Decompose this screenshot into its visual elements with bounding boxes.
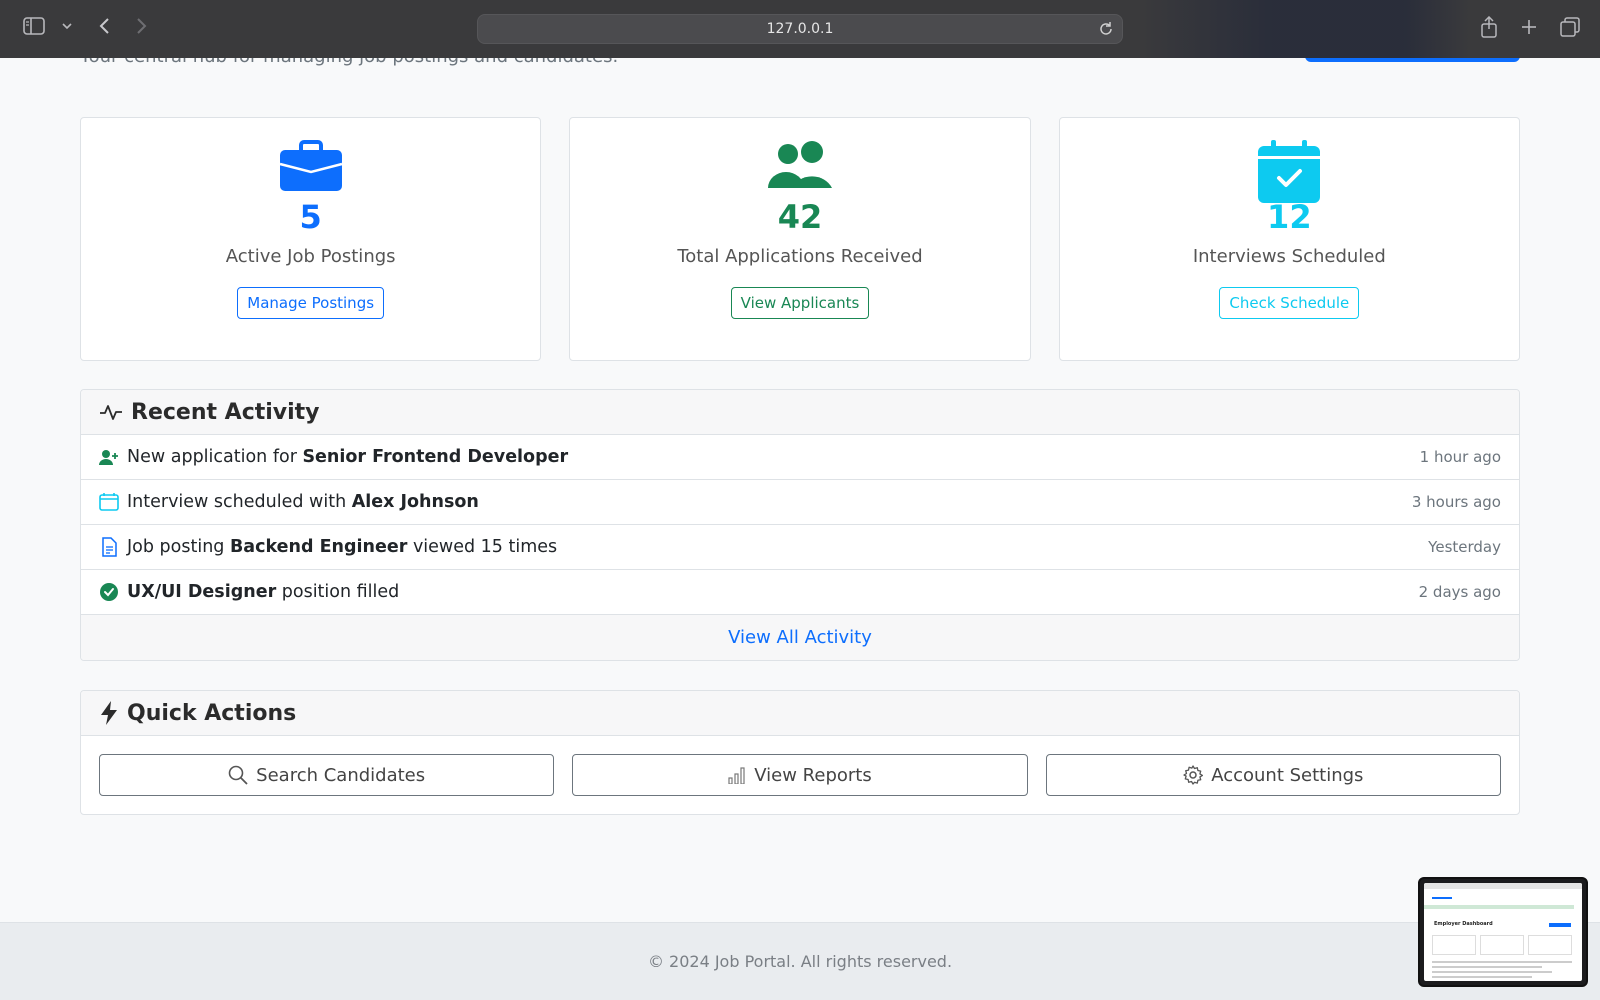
chevron-down-icon[interactable] <box>62 22 72 30</box>
activity-item[interactable]: UX/UI Designer position filled 2 days ag… <box>81 570 1519 615</box>
recent-activity-card: Recent Activity New application for Seni… <box>80 389 1520 661</box>
thumbnail-card <box>1480 935 1524 955</box>
thumbnail-line <box>1432 961 1572 963</box>
view-applicants-button[interactable]: View Applicants <box>730 287 870 319</box>
activity-icon <box>100 405 122 420</box>
view-all-activity-link[interactable]: View All Activity <box>81 615 1519 660</box>
url-text: 127.0.0.1 <box>766 21 834 37</box>
sidebar-toggle-icon[interactable] <box>22 17 46 35</box>
footer: © 2024 Job Portal. All rights reserved. <box>0 922 1600 1000</box>
bar-chart-icon <box>728 767 745 784</box>
account-settings-button[interactable]: Account Settings <box>1045 754 1501 796</box>
thumbnail-banner <box>1424 905 1574 909</box>
window-preview-thumbnail[interactable]: Employer Dashboard <box>1418 877 1588 987</box>
thumbnail-content: Employer Dashboard <box>1424 883 1582 981</box>
stat-value: 12 <box>1267 198 1312 236</box>
document-icon <box>102 537 117 557</box>
share-icon[interactable] <box>1480 16 1498 38</box>
activity-text: Interview scheduled with <box>127 492 352 512</box>
activity-time: Yesterday <box>1428 538 1501 556</box>
gear-icon <box>1183 765 1204 785</box>
activity-text-suffix: position filled <box>276 582 400 602</box>
recent-activity-header: Recent Activity <box>81 390 1519 435</box>
thumbnail-card <box>1528 935 1572 955</box>
search-icon <box>228 765 248 785</box>
activity-item[interactable]: Job posting Backend Engineer viewed 15 t… <box>81 525 1519 570</box>
activity-time: 3 hours ago <box>1411 493 1501 511</box>
view-reports-label: View Reports <box>754 764 872 786</box>
stat-card-applications: 42 Total Applications Received View Appl… <box>569 117 1031 361</box>
quick-actions-title: Quick Actions <box>127 700 297 726</box>
thumbnail-title: Employer Dashboard <box>1434 921 1493 927</box>
calendar-check-icon <box>1258 140 1321 203</box>
calendar-icon <box>99 493 119 511</box>
activity-text: Job posting <box>127 537 230 557</box>
footer-copyright: © 2024 Job Portal. All rights reserved. <box>647 952 953 971</box>
post-job-button[interactable] <box>1305 58 1520 62</box>
thumbnail-line <box>1432 976 1532 978</box>
quick-actions-card: Quick Actions Search Candidates View Rep… <box>80 690 1520 815</box>
people-icon <box>767 141 832 188</box>
account-settings-label: Account Settings <box>1211 764 1364 786</box>
address-bar[interactable]: 127.0.0.1 <box>477 14 1123 44</box>
back-icon[interactable] <box>98 17 110 35</box>
thumbnail-line <box>1432 966 1542 968</box>
tabs-overview-icon[interactable] <box>1560 16 1580 38</box>
thumbnail-toolbar <box>1424 883 1582 889</box>
stat-label: Total Applications Received <box>677 246 923 267</box>
lightning-icon <box>101 701 117 725</box>
manage-postings-button[interactable]: Manage Postings <box>237 287 385 319</box>
quick-actions-body: Search Candidates View Reports Account S… <box>81 736 1519 814</box>
activity-time: 2 days ago <box>1418 583 1501 601</box>
quick-actions-header: Quick Actions <box>81 691 1519 736</box>
thumbnail-card <box>1432 935 1476 955</box>
stat-label: Active Job Postings <box>225 246 396 267</box>
page-subtitle: Your central hub for managing job postin… <box>80 58 618 67</box>
forward-icon[interactable] <box>136 17 148 35</box>
toolbar-shade <box>1140 0 1470 58</box>
view-reports-button[interactable]: View Reports <box>572 754 1028 796</box>
new-tab-icon[interactable] <box>1520 16 1538 38</box>
reload-icon[interactable] <box>1098 21 1114 41</box>
stat-value: 5 <box>299 198 322 236</box>
activity-text-suffix: viewed 15 times <box>407 537 558 557</box>
browser-toolbar: 127.0.0.1 <box>0 0 1600 58</box>
activity-subject: UX/UI Designer <box>127 582 277 602</box>
recent-activity-title: Recent Activity <box>131 399 320 425</box>
stat-label: Interviews Scheduled <box>1192 246 1386 267</box>
activity-item[interactable]: Interview scheduled with Alex Johnson 3 … <box>81 480 1519 525</box>
stats-row: 5 Active Job Postings Manage Postings 42… <box>80 117 1520 361</box>
activity-text: New application for <box>127 447 303 467</box>
activity-time: 1 hour ago <box>1419 448 1501 466</box>
stat-card-interviews: 12 Interviews Scheduled Check Schedule <box>1058 117 1520 361</box>
thumbnail-line <box>1432 971 1552 973</box>
thumbnail-line <box>1432 897 1452 899</box>
thumbnail-button <box>1549 923 1571 927</box>
search-candidates-button[interactable]: Search Candidates <box>99 754 555 796</box>
person-plus-icon <box>99 450 118 465</box>
activity-item[interactable]: New application for Senior Frontend Deve… <box>81 435 1519 480</box>
stat-value: 42 <box>777 198 823 236</box>
activity-subject: Senior Frontend Developer <box>302 447 569 467</box>
check-circle-icon <box>100 583 118 601</box>
search-candidates-label: Search Candidates <box>256 764 426 786</box>
dashboard-page: Your central hub for managing job postin… <box>0 58 1600 922</box>
stat-card-job-postings: 5 Active Job Postings Manage Postings <box>80 117 542 361</box>
briefcase-icon <box>279 140 342 191</box>
activity-subject: Alex Johnson <box>351 492 479 512</box>
activity-subject: Backend Engineer <box>229 537 408 557</box>
check-schedule-button[interactable]: Check Schedule <box>1219 287 1360 319</box>
